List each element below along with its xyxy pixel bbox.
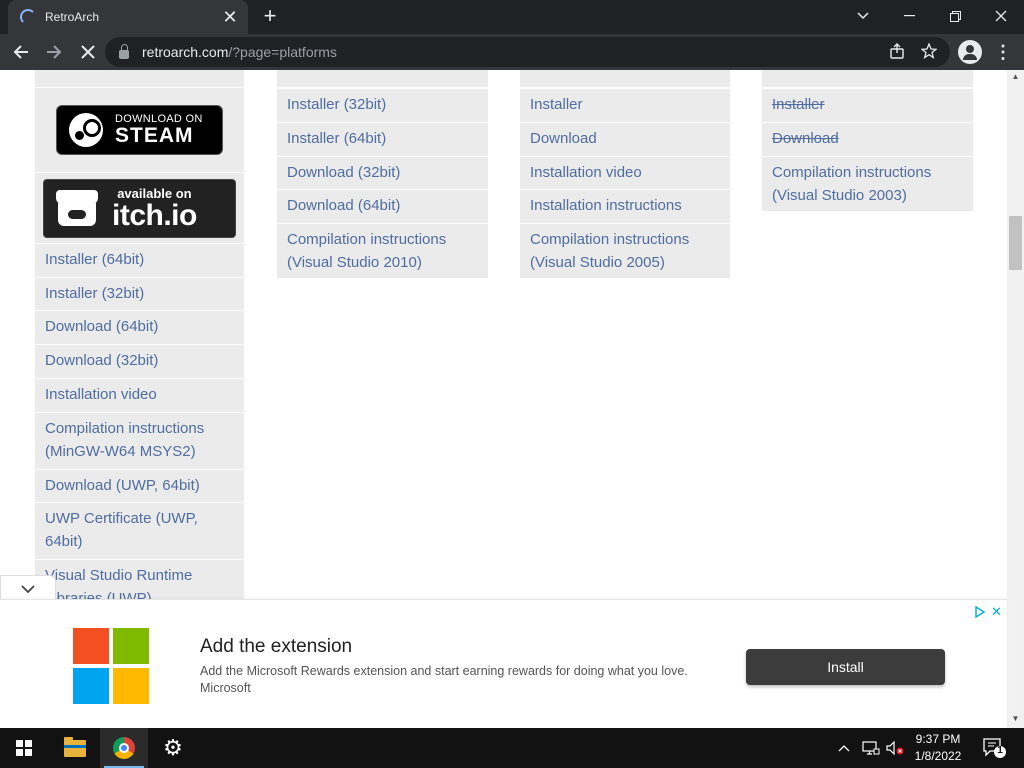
- taskbar-clock[interactable]: 9:37 PM 1/8/2022: [903, 731, 973, 765]
- link-windows-installer-64[interactable]: Installer (64bit): [35, 243, 244, 277]
- loading-spinner-icon: [20, 9, 36, 25]
- link-windows-download-uwp[interactable]: Download (UWP, 64bit): [35, 469, 244, 503]
- microsoft-logo-icon: [73, 628, 149, 704]
- link-col4-compilation-instructions[interactable]: Compilation instructions (Visual Studio …: [762, 156, 973, 211]
- itch-badge-big-text: itch.io: [112, 198, 197, 232]
- link-windows-compilation-instructions[interactable]: Compilation instructions (MinGW-W64 MSYS…: [35, 412, 244, 469]
- minimize-button[interactable]: [886, 0, 932, 32]
- clock-date: 1/8/2022: [914, 749, 962, 763]
- adchoices-icon[interactable]: [975, 606, 985, 618]
- column-heading-2: [277, 70, 488, 88]
- close-window-button[interactable]: [978, 0, 1024, 32]
- browser-menu-icon[interactable]: ⋮: [994, 40, 1012, 64]
- windows-taskbar: ⚙ 9:37 PM 1/8/2022 1: [0, 728, 1024, 768]
- file-explorer-taskbar-button[interactable]: [51, 728, 99, 768]
- scrollbar-thumb[interactable]: [1009, 216, 1022, 270]
- tab-search-dropdown-icon[interactable]: [840, 0, 886, 32]
- link-col3-installation-video[interactable]: Installation video: [520, 156, 730, 190]
- link-col3-compilation-instructions[interactable]: Compilation instructions (Visual Studio …: [520, 223, 730, 278]
- browser-toolbar: retroarch.com/?page=platforms ⋮: [0, 34, 1024, 70]
- scroll-up-arrow-icon[interactable]: ▲: [1007, 72, 1024, 81]
- profile-avatar-icon[interactable]: [958, 40, 982, 64]
- link-col3-download[interactable]: Download: [520, 122, 730, 156]
- windows-9x-column: Installer Download Compilation instructi…: [762, 70, 973, 211]
- link-windows-installer-32[interactable]: Installer (32bit): [35, 277, 244, 311]
- column-heading-windows: [35, 70, 244, 88]
- action-center-button[interactable]: 1: [982, 737, 1006, 759]
- link-col3-installation-instructions[interactable]: Installation instructions: [520, 189, 730, 223]
- link-col2-download-32[interactable]: Download (32bit): [277, 156, 488, 190]
- chrome-taskbar-button[interactable]: [100, 728, 148, 768]
- lock-icon[interactable]: [119, 43, 129, 59]
- restore-button[interactable]: [932, 0, 978, 32]
- link-col4-installer[interactable]: Installer: [762, 88, 973, 122]
- steam-badge-big-text: STEAM: [115, 124, 194, 147]
- windows-download-column: DOWNLOAD ON STEAM available on itch.io I…: [35, 70, 244, 610]
- show-hidden-icons-button[interactable]: [838, 728, 850, 768]
- steam-logo-icon: [69, 113, 103, 147]
- link-col2-download-64[interactable]: Download (64bit): [277, 189, 488, 223]
- notification-count: 1: [997, 745, 1003, 756]
- link-windows-uwp-certificate[interactable]: UWP Certificate (UWP, 64bit): [35, 502, 244, 559]
- volume-muted-icon[interactable]: [886, 728, 904, 768]
- link-col2-installer-32[interactable]: Installer (32bit): [277, 88, 488, 122]
- ad-close-icon[interactable]: ✕: [991, 604, 1002, 620]
- download-on-steam-button[interactable]: DOWNLOAD ON STEAM: [56, 105, 223, 155]
- ad-install-button[interactable]: Install: [746, 649, 945, 685]
- link-windows-installation-video[interactable]: Installation video: [35, 378, 244, 412]
- settings-taskbar-button[interactable]: ⚙: [149, 728, 197, 768]
- page-viewport: DOWNLOAD ON STEAM available on itch.io I…: [0, 70, 1024, 728]
- clock-time: 9:37 PM: [915, 732, 961, 746]
- itchio-logo-icon: [54, 188, 100, 230]
- url-host: retroarch.com: [142, 44, 229, 60]
- share-icon[interactable]: [888, 43, 906, 61]
- bookmark-star-icon[interactable]: [920, 42, 938, 61]
- ad-banner: Add the extension Add the Microsoft Rewa…: [0, 599, 1007, 728]
- page-scrollbar[interactable]: ▲ ▼: [1007, 70, 1024, 728]
- chevron-down-icon: [21, 584, 35, 593]
- chevron-up-icon: [838, 745, 850, 752]
- tab-retroarch[interactable]: RetroArch ✕: [8, 0, 248, 34]
- chrome-icon: [113, 737, 135, 759]
- link-col3-installer[interactable]: Installer: [520, 88, 730, 122]
- start-button[interactable]: [0, 728, 48, 768]
- tab-close-icon[interactable]: ✕: [218, 8, 242, 26]
- tab-title: RetroArch: [45, 10, 100, 24]
- windows-logo-icon: [16, 740, 32, 756]
- forward-button[interactable]: [41, 39, 67, 65]
- link-windows-download-64[interactable]: Download (64bit): [35, 310, 244, 344]
- column-heading-3: [520, 70, 730, 88]
- new-tab-button[interactable]: +: [258, 5, 282, 29]
- gear-icon: ⚙: [163, 735, 183, 760]
- ad-description[interactable]: Add the Microsoft Rewards extension and …: [200, 663, 720, 697]
- available-on-itchio-button[interactable]: available on itch.io: [43, 179, 236, 238]
- url-text[interactable]: retroarch.com/?page=platforms: [142, 44, 337, 60]
- link-col4-download[interactable]: Download: [762, 122, 973, 156]
- link-windows-download-32[interactable]: Download (32bit): [35, 344, 244, 378]
- windows-legacy-column: Installer (32bit) Installer (64bit) Down…: [277, 70, 488, 278]
- stop-loading-button[interactable]: [75, 39, 101, 65]
- browser-tab-strip: RetroArch ✕ +: [0, 0, 1024, 34]
- network-icon[interactable]: [862, 728, 880, 768]
- windows-xp-column: Installer Download Installation video In…: [520, 70, 730, 278]
- address-bar[interactable]: retroarch.com/?page=platforms: [105, 37, 950, 67]
- link-col2-installer-64[interactable]: Installer (64bit): [277, 122, 488, 156]
- column-heading-4: [762, 70, 973, 88]
- scroll-down-arrow-icon[interactable]: ▼: [1007, 714, 1024, 723]
- ad-title[interactable]: Add the extension: [200, 636, 352, 658]
- back-button[interactable]: [8, 39, 34, 65]
- folder-icon: [64, 736, 86, 757]
- url-path: /?page=platforms: [228, 44, 337, 60]
- link-col2-compilation-instructions[interactable]: Compilation instructions (Visual Studio …: [277, 223, 488, 278]
